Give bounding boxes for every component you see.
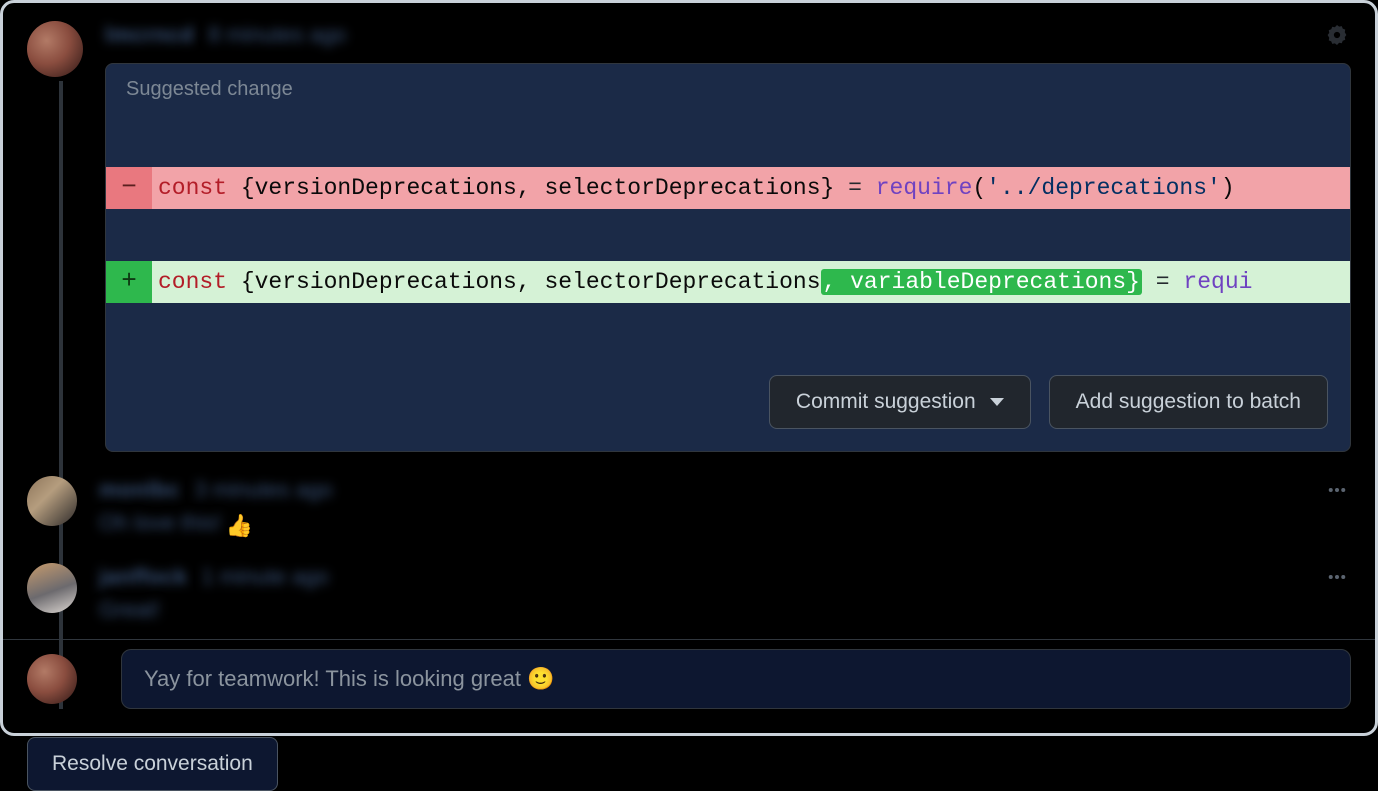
diff-line-removed: − const {versionDeprecations, selectorDe… [106, 167, 1350, 209]
diff-gutter-minus: − [106, 167, 152, 209]
add-to-batch-label: Add suggestion to batch [1076, 390, 1301, 414]
chevron-down-icon [990, 398, 1004, 406]
comment-body: lmcrncd 8 minutes ago Suggested change −… [105, 21, 1351, 452]
comment-item: lmcrncd 8 minutes ago Suggested change −… [27, 21, 1351, 452]
gear-icon[interactable] [1323, 21, 1351, 49]
comment-username[interactable]: lmcrncd [105, 22, 194, 48]
diff-code-removed: const {versionDeprecations, selectorDepr… [152, 167, 1350, 209]
comment-item: janffock 1 minute ago Great! [27, 563, 1351, 623]
reply-row: Yay for teamwork! This is looking great … [27, 639, 1351, 709]
reply-placeholder: Yay for teamwork! This is looking great … [144, 666, 555, 692]
diff-gutter-plus: + [106, 261, 152, 303]
commit-suggestion-label: Commit suggestion [796, 390, 976, 414]
comment-username[interactable]: janffock [99, 564, 187, 590]
diff-added-highlight: , variableDeprecations} [821, 269, 1142, 295]
avatar[interactable] [27, 21, 83, 77]
avatar[interactable] [27, 654, 77, 704]
suggestion-header: Suggested change [106, 64, 1350, 115]
diff-code-added: const {versionDeprecations, selectorDepr… [152, 261, 1350, 303]
divider [3, 639, 1375, 640]
comment-timestamp: 8 minutes ago [208, 22, 346, 48]
diff-block: − const {versionDeprecations, selectorDe… [106, 115, 1350, 355]
reply-input[interactable]: Yay for teamwork! This is looking great … [121, 649, 1351, 709]
resolve-label: Resolve conversation [52, 752, 253, 775]
comment-timestamp: 3 minutes ago [194, 477, 332, 503]
kebab-icon[interactable] [1323, 476, 1351, 504]
comment-text: Great! [99, 597, 160, 622]
suggestion-actions: Commit suggestion Add suggestion to batc… [106, 355, 1350, 451]
comment-meta: monlbc 3 minutes ago [99, 476, 1351, 504]
comment-body: janffock 1 minute ago Great! [99, 563, 1351, 623]
suggestion-box: Suggested change − const {versionDepreca… [105, 63, 1351, 452]
add-to-batch-button[interactable]: Add suggestion to batch [1049, 375, 1328, 429]
commit-suggestion-button[interactable]: Commit suggestion [769, 375, 1031, 429]
comment-item: monlbc 3 minutes ago Oh love this! 👍 [27, 476, 1351, 539]
comment-body: monlbc 3 minutes ago Oh love this! 👍 [99, 476, 1351, 539]
comment-thread: lmcrncd 8 minutes ago Suggested change −… [27, 21, 1351, 709]
comment-meta: lmcrncd 8 minutes ago [105, 21, 1351, 49]
conversation-footer: Resolve conversation [27, 737, 1351, 791]
thumbs-up-icon: 👍 [226, 513, 253, 539]
comment-meta: janffock 1 minute ago [99, 563, 1351, 591]
review-conversation-frame: lmcrncd 8 minutes ago Suggested change −… [0, 0, 1378, 736]
avatar[interactable] [27, 563, 77, 613]
avatar[interactable] [27, 476, 77, 526]
comment-text-row: Great! [99, 597, 1351, 623]
diff-line-added: + const {versionDeprecations, selectorDe… [106, 261, 1350, 303]
resolve-conversation-button[interactable]: Resolve conversation [27, 737, 278, 791]
comment-text-row: Oh love this! 👍 [99, 510, 1351, 539]
comment-username[interactable]: monlbc [99, 477, 180, 503]
comment-text: Oh love this! [99, 510, 221, 535]
comment-timestamp: 1 minute ago [201, 564, 328, 590]
kebab-icon[interactable] [1323, 563, 1351, 591]
